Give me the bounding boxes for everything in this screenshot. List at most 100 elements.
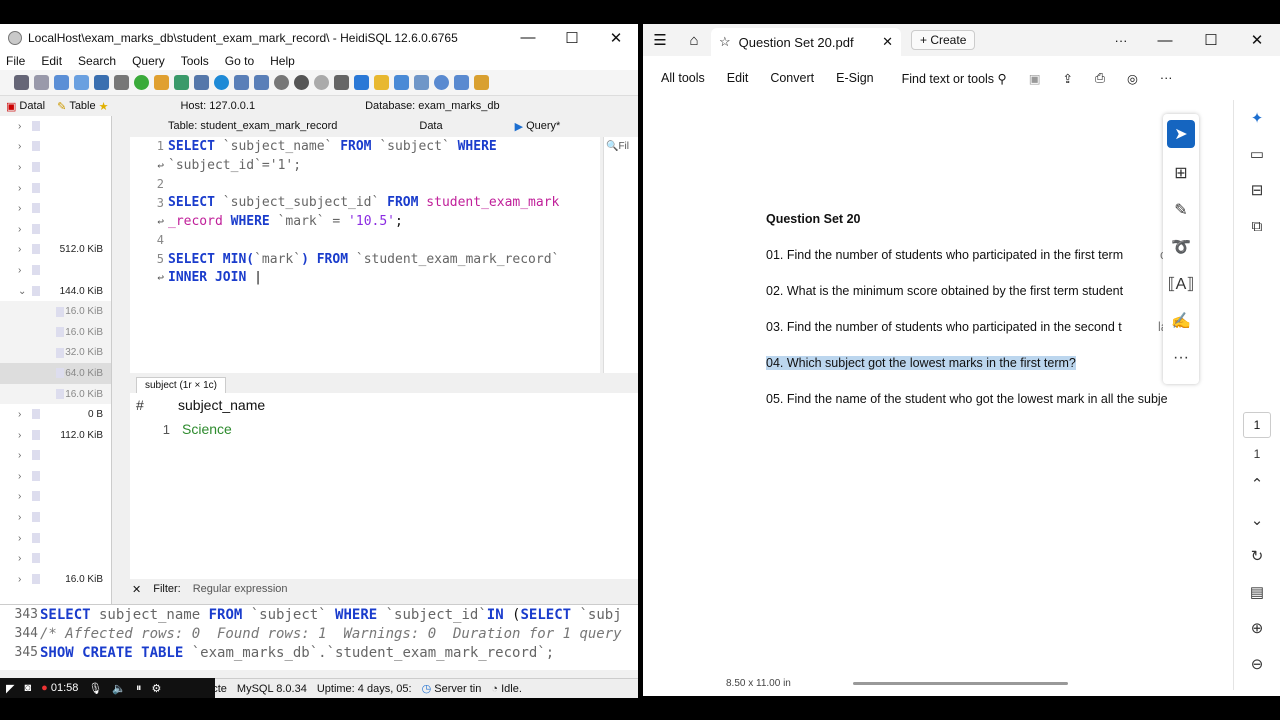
chevron-right-icon[interactable]: › bbox=[18, 553, 28, 564]
chevron-right-icon[interactable]: › bbox=[18, 409, 28, 420]
microphone-icon[interactable]: 🎙 bbox=[88, 682, 102, 695]
highlight-pen-icon[interactable]: ✎ bbox=[1163, 191, 1199, 228]
menu-edit[interactable]: Edit bbox=[41, 54, 62, 68]
ai-assistant-icon[interactable]: ✦ bbox=[1234, 100, 1280, 136]
chevron-right-icon[interactable]: › bbox=[18, 162, 28, 173]
tree-item[interactable]: 16.0 KiB bbox=[0, 321, 111, 343]
tree-item[interactable]: › bbox=[0, 178, 111, 199]
tree-item[interactable]: › bbox=[0, 446, 111, 467]
rotate-icon[interactable]: ↻ bbox=[1234, 538, 1280, 574]
tree-item[interactable]: › bbox=[0, 528, 111, 549]
menu-tools[interactable]: Tools bbox=[181, 54, 209, 68]
connect-icon[interactable] bbox=[14, 75, 29, 90]
chevron-right-icon[interactable]: › bbox=[18, 450, 28, 461]
export-icon[interactable] bbox=[174, 75, 189, 90]
tab-db[interactable]: Database: exam_marks_db bbox=[359, 100, 506, 112]
undo-icon[interactable] bbox=[94, 75, 109, 90]
replace-icon[interactable] bbox=[454, 75, 469, 90]
help-icon[interactable] bbox=[214, 75, 229, 90]
tab-table-detail[interactable]: Table: student_exam_mark_record bbox=[162, 120, 343, 132]
cancel-icon[interactable] bbox=[334, 75, 349, 90]
document-tab[interactable]: ☆ Question Set 20.pdf ✕ bbox=[711, 28, 901, 56]
pause-icon[interactable]: ⏸ bbox=[136, 682, 142, 695]
save-file-icon[interactable] bbox=[394, 75, 409, 90]
minimize-button[interactable]: — bbox=[1142, 32, 1188, 49]
all-tools-button[interactable]: All tools bbox=[661, 71, 705, 85]
format-icon[interactable] bbox=[474, 75, 489, 90]
find-tools-button[interactable]: Find text or tools ⚲ bbox=[902, 71, 1007, 86]
tree-item[interactable]: › bbox=[0, 198, 111, 219]
menu-query[interactable]: Query bbox=[132, 54, 165, 68]
sql-log[interactable]: 343 SELECT subject_name FROM `subject` W… bbox=[0, 604, 638, 670]
close-button[interactable]: ✕ bbox=[594, 29, 638, 47]
explain-icon[interactable] bbox=[414, 75, 429, 90]
camera-icon[interactable]: ◙ bbox=[24, 682, 31, 694]
horizontal-scrollbar[interactable] bbox=[853, 682, 1068, 685]
sql-editor[interactable]: 1 SELECT `subject_name` FROM `subject` W… bbox=[130, 137, 600, 387]
database-tree[interactable]: › › › › › › › 512.0 KiB › ⌄ 144.0 KiB 16.0 KiB 16.0 … bbox=[0, 116, 112, 606]
hamburger-menu-icon[interactable]: ☰ bbox=[643, 31, 677, 49]
chevron-right-icon[interactable]: › bbox=[18, 244, 28, 255]
tree-item[interactable]: 16.0 KiB bbox=[0, 383, 111, 405]
edit-button[interactable]: Edit bbox=[727, 71, 749, 85]
chevron-right-icon[interactable]: › bbox=[18, 471, 28, 482]
sign-icon[interactable]: ✍ bbox=[1163, 302, 1199, 339]
tree-item[interactable]: › 16.0 KiB bbox=[0, 569, 111, 590]
chevron-right-icon[interactable]: › bbox=[18, 430, 28, 441]
tree-item[interactable]: › bbox=[0, 116, 111, 137]
first-icon[interactable] bbox=[234, 75, 249, 90]
menu-goto[interactable]: Go to bbox=[225, 54, 254, 68]
copy-icon[interactable] bbox=[54, 75, 69, 90]
tab-data[interactable]: Data bbox=[413, 120, 448, 132]
close-button[interactable]: ✕ bbox=[1234, 31, 1280, 49]
text-recognition-icon[interactable]: ⟦A⟧ bbox=[1163, 265, 1199, 302]
home-icon[interactable]: ⌂ bbox=[677, 32, 711, 49]
filter-tab[interactable]: 🔍Fil bbox=[604, 137, 638, 156]
tree-item[interactable]: › bbox=[0, 219, 111, 240]
tree-item[interactable]: › bbox=[0, 487, 111, 508]
pointer-icon[interactable]: ◤ bbox=[6, 682, 14, 695]
chevron-right-icon[interactable]: › bbox=[18, 533, 28, 544]
create-button[interactable]: + Create bbox=[911, 30, 976, 50]
run-query-icon[interactable] bbox=[354, 75, 369, 90]
document-info-icon[interactable]: ▤ bbox=[1234, 574, 1280, 610]
maximize-button[interactable]: ☐ bbox=[1188, 31, 1234, 49]
star-icon[interactable]: ☆ bbox=[719, 34, 731, 50]
zoom-out-icon[interactable]: ⊖ bbox=[1234, 646, 1280, 682]
chevron-down-icon[interactable]: ⌄ bbox=[18, 286, 28, 297]
page-up-icon[interactable]: ⌃ bbox=[1234, 466, 1280, 502]
comments-icon[interactable]: ▭ bbox=[1234, 136, 1280, 172]
tree-item[interactable]: 64.0 KiB bbox=[0, 363, 111, 384]
more-tools-icon[interactable]: ··· bbox=[1163, 339, 1199, 376]
disconnect-icon[interactable] bbox=[34, 75, 49, 90]
pages-icon[interactable]: ⧉ bbox=[1234, 208, 1280, 244]
tree-item[interactable]: 16.0 KiB bbox=[0, 301, 111, 322]
menu-help[interactable]: Help bbox=[270, 54, 295, 68]
post-icon[interactable] bbox=[314, 75, 329, 90]
menu-file[interactable]: File bbox=[6, 54, 25, 68]
chevron-right-icon[interactable]: › bbox=[18, 224, 28, 235]
tree-item[interactable]: › 112.0 KiB bbox=[0, 425, 111, 446]
tree-item[interactable]: 32.0 KiB bbox=[0, 342, 111, 364]
tree-item[interactable]: › bbox=[0, 548, 111, 569]
esign-button[interactable]: E-Sign bbox=[836, 71, 874, 85]
maximize-button[interactable]: ☐ bbox=[550, 29, 594, 47]
tree-item[interactable]: › 512.0 KiB bbox=[0, 240, 111, 261]
close-tab-icon[interactable]: ✕ bbox=[882, 34, 893, 50]
settings-icon[interactable]: ⚙ bbox=[152, 682, 162, 695]
tree-item[interactable]: › bbox=[0, 137, 111, 158]
chevron-right-icon[interactable]: › bbox=[18, 574, 28, 585]
chevron-right-icon[interactable]: › bbox=[18, 491, 28, 502]
save-icon[interactable]: ▣ bbox=[1029, 71, 1041, 86]
bookmarks-icon[interactable]: ⊟ bbox=[1234, 172, 1280, 208]
tree-item[interactable]: › 0 B bbox=[0, 404, 111, 425]
tab-query[interactable]: ▶ Query* bbox=[509, 120, 567, 133]
chevron-right-icon[interactable]: › bbox=[18, 512, 28, 523]
user-manager-icon[interactable] bbox=[154, 75, 169, 90]
refresh-icon[interactable] bbox=[134, 75, 149, 90]
minimize-button[interactable]: — bbox=[506, 29, 550, 47]
sync-icon[interactable] bbox=[194, 75, 209, 90]
share-icon[interactable]: ◎ bbox=[1127, 71, 1138, 86]
result-grid[interactable]: # subject_name 1 Science bbox=[130, 393, 638, 593]
tree-item[interactable]: ⌄ 144.0 KiB bbox=[0, 281, 111, 302]
